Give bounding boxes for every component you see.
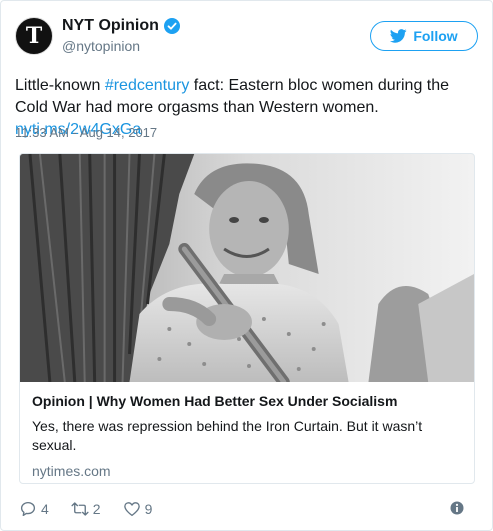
- card-domain: nytimes.com: [32, 463, 111, 479]
- verified-badge-icon: [163, 18, 180, 34]
- author-display-name: NYT Opinion: [62, 17, 159, 34]
- tweet-embed: T NYT Opinion @nytopinion Follow Little-…: [0, 0, 493, 531]
- card-description: Yes, there was repression behind the Iro…: [32, 418, 423, 453]
- avatar[interactable]: T: [15, 17, 53, 55]
- tweet-actions: 4 2 9: [19, 498, 478, 520]
- retweet-count: 2: [92, 501, 101, 517]
- hashtag-link[interactable]: #redcentury: [105, 77, 190, 94]
- avatar-glyph: T: [25, 23, 43, 49]
- retweet-action[interactable]: 2: [71, 500, 101, 518]
- reply-icon: [20, 501, 36, 517]
- card-photo-image: [20, 154, 474, 382]
- author-names: NYT Opinion @nytopinion: [62, 17, 180, 54]
- follow-button[interactable]: Follow: [370, 21, 478, 51]
- info-icon[interactable]: [450, 501, 464, 515]
- follow-label: Follow: [413, 28, 458, 44]
- twitter-bird-icon: [390, 29, 407, 43]
- card-body: Opinion | Why Women Had Better Sex Under…: [32, 392, 462, 479]
- tweet-timestamp[interactable]: 11:33 AM - Aug 14, 2017: [15, 125, 157, 140]
- like-count: 9: [144, 501, 153, 517]
- reply-count: 4: [41, 501, 49, 517]
- tweet-text-part: Little-known: [15, 77, 105, 94]
- heart-icon: [123, 502, 140, 517]
- author-display-name-row[interactable]: NYT Opinion: [62, 17, 180, 35]
- card-title: Opinion | Why Women Had Better Sex Under…: [32, 393, 398, 409]
- article-card[interactable]: Opinion | Why Women Had Better Sex Under…: [19, 153, 475, 484]
- reply-action[interactable]: 4: [19, 500, 49, 518]
- retweet-icon: [71, 502, 89, 516]
- like-action[interactable]: 9: [123, 500, 153, 518]
- tweet-header: T NYT Opinion @nytopinion Follow: [15, 15, 478, 63]
- author-handle[interactable]: @nytopinion: [62, 38, 180, 54]
